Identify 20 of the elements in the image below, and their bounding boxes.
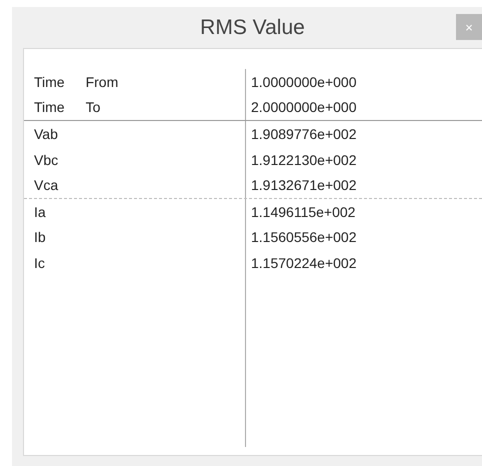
row-label: Ia — [34, 204, 46, 220]
value-text: 1.0000000e+000 — [251, 74, 356, 90]
row-label: Vca — [34, 177, 58, 194]
row-label: Time — [34, 74, 65, 90]
value-text: 1.1570224e+002 — [251, 254, 356, 271]
value-text: 1.9122130e+002 — [251, 152, 356, 168]
row-label: Vab — [34, 126, 58, 142]
value-text: 1.9132671e+002 — [251, 177, 356, 194]
value-text: 1.1560556e+002 — [251, 229, 356, 246]
close-button[interactable]: × — [456, 14, 482, 40]
row-label: Vbc — [34, 152, 58, 168]
row-sublabel: From — [86, 74, 118, 90]
value-text: 1.1496115e+002 — [251, 204, 356, 220]
value-text: 2.0000000e+000 — [251, 99, 356, 116]
row-sublabel: To — [86, 99, 100, 116]
row-label: Ic — [34, 254, 45, 271]
row-label: Ib — [34, 229, 46, 246]
row-label: Time — [34, 99, 65, 116]
window-title: RMS Value — [200, 16, 305, 40]
value-text: 1.9089776e+002 — [251, 126, 356, 142]
